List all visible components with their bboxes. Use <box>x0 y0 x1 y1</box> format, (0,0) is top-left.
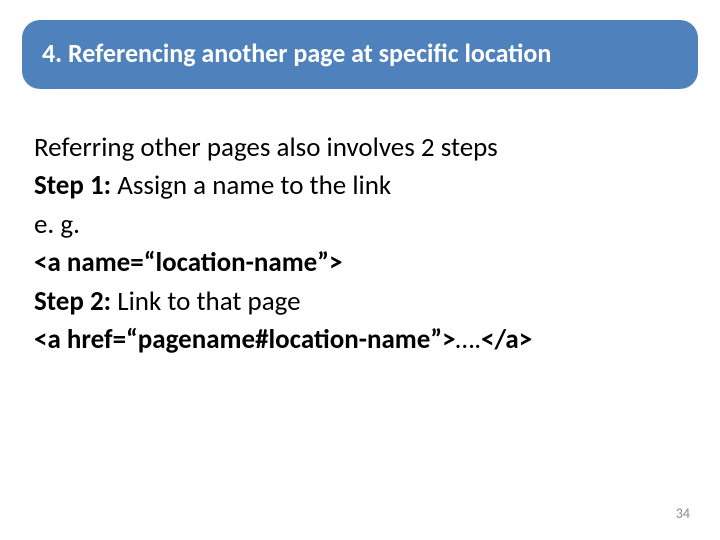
step1-text: Assign a name to the link <box>111 169 391 202</box>
intro-line: Referring other pages also involves 2 st… <box>34 130 686 166</box>
step2-label: Step 2: <box>34 285 111 318</box>
slide-title: 4. Referencing another page at specific … <box>42 38 678 69</box>
code1-line: <a name=“location-name”> <box>34 245 686 281</box>
step2-line: Step 2: Link to that page <box>34 284 686 320</box>
step2-text: Link to that page <box>111 285 300 318</box>
code2-mid: …. <box>456 323 481 356</box>
code2-line: <a href=“pagename#location-name”>….</a> <box>34 322 686 358</box>
title-box: 4. Referencing another page at specific … <box>22 20 698 89</box>
eg-line: e. g. <box>34 207 686 243</box>
step1-label: Step 1: <box>34 169 111 202</box>
slide: 4. Referencing another page at specific … <box>0 0 720 540</box>
slide-body: Referring other pages also involves 2 st… <box>34 130 686 361</box>
code2-post: </a> <box>481 323 532 356</box>
page-number: 34 <box>676 505 690 522</box>
code2-pre: <a href=“pagename#location-name”> <box>34 323 456 356</box>
step1-line: Step 1: Assign a name to the link <box>34 168 686 204</box>
